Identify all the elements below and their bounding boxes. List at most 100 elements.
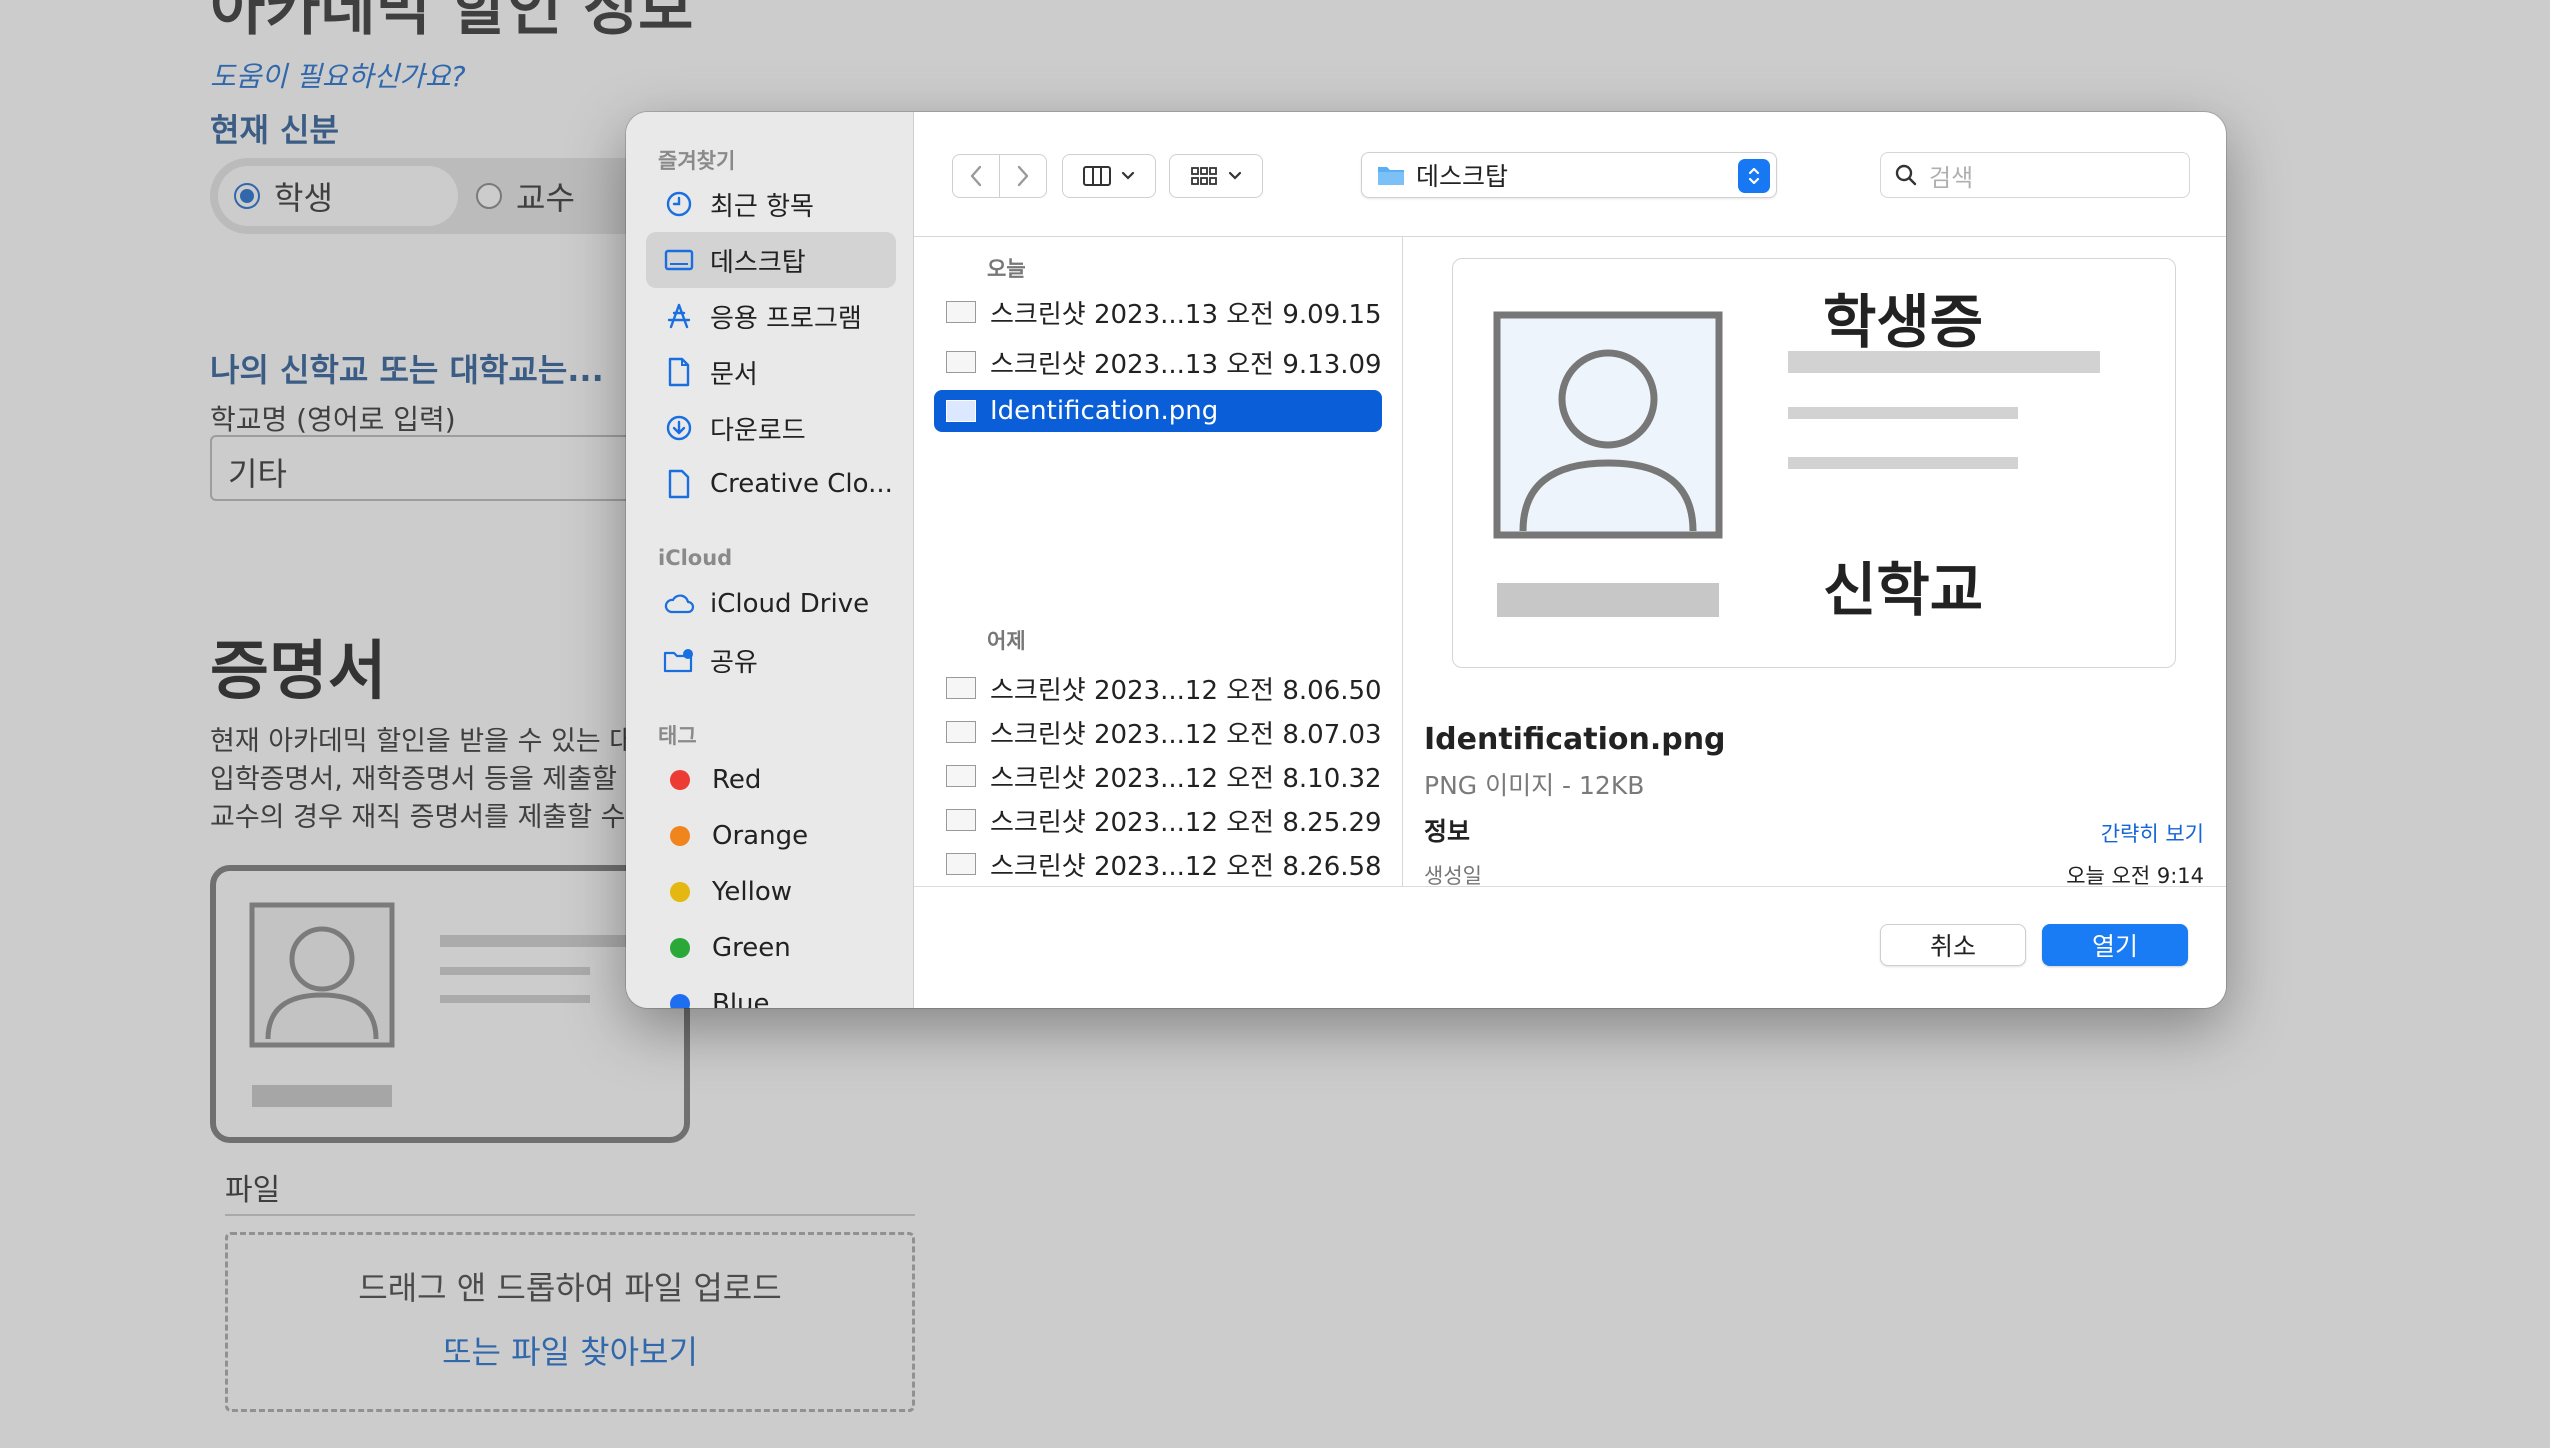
dialog-footer bbox=[914, 886, 2226, 1008]
sidebar-item-label: Red bbox=[712, 765, 762, 795]
grid-icon bbox=[1191, 167, 1217, 185]
applications-icon bbox=[662, 299, 696, 333]
up-down-chevron-icon bbox=[1738, 159, 1770, 193]
group-by-button[interactable] bbox=[1169, 154, 1263, 198]
file-row[interactable]: 스크린샷 2023...13 오전 9.13.09 bbox=[934, 341, 1382, 383]
sidebar-item-desktop[interactable]: 데스크탑 bbox=[646, 232, 896, 288]
file-name: 스크린샷 2023...13 오전 9.13.09 bbox=[990, 349, 1382, 380]
file-name: 스크린샷 2023...12 오전 8.26.58 bbox=[990, 851, 1382, 882]
file-open-dialog: 즐겨찾기 최근 항목 데스크탑 응용 프로그램 문서 다운로드 Creative… bbox=[626, 112, 2226, 1008]
sidebar-item-label: Creative Clo... bbox=[710, 469, 893, 499]
screenshot-thumbnail-icon bbox=[946, 853, 976, 875]
location-label: 데스크탑 bbox=[1416, 162, 1509, 191]
dialog-sidebar: 즐겨찾기 최근 항목 데스크탑 응용 프로그램 문서 다운로드 Creative… bbox=[626, 112, 914, 1008]
file-name: 스크린샷 2023...12 오전 8.25.29 bbox=[990, 807, 1382, 838]
search-icon bbox=[1895, 164, 1917, 186]
shared-folder-icon bbox=[662, 643, 696, 677]
sidebar-item-label: 다운로드 bbox=[710, 415, 806, 446]
tag-color-dot bbox=[670, 826, 690, 846]
sidebar-item-creative-cloud[interactable]: Creative Clo... bbox=[646, 456, 896, 512]
file-name: 스크린샷 2023...12 오전 8.06.50 bbox=[990, 675, 1382, 706]
open-button[interactable]: 열기 bbox=[2042, 924, 2188, 966]
sidebar-item-label: 공유 bbox=[710, 647, 758, 678]
file-name: 스크린샷 2023...12 오전 8.07.03 bbox=[990, 719, 1382, 750]
group-label-today: 오늘 bbox=[987, 257, 1026, 281]
chevron-right-icon bbox=[1017, 165, 1029, 187]
folder-icon bbox=[1378, 167, 1404, 185]
desktop-icon bbox=[662, 243, 696, 277]
sidebar-tag-green[interactable]: Green bbox=[646, 920, 896, 976]
file-list: 오늘 스크린샷 2023...13 오전 9.09.15 스크린샷 2023..… bbox=[914, 237, 1404, 887]
icloud-section-label: iCloud bbox=[658, 546, 733, 570]
sidebar-item-recents[interactable]: 최근 항목 bbox=[646, 176, 896, 232]
sidebar-item-label: 최근 항목 bbox=[710, 191, 814, 222]
chevron-down-icon bbox=[1121, 171, 1135, 180]
tag-color-dot bbox=[670, 994, 690, 1008]
sidebar-item-label: Orange bbox=[712, 821, 809, 851]
view-mode-button[interactable] bbox=[1062, 154, 1156, 198]
screenshot-thumbnail-icon bbox=[946, 721, 976, 743]
sidebar-tag-orange[interactable]: Orange bbox=[646, 808, 896, 864]
sidebar-item-label: Yellow bbox=[712, 877, 793, 907]
sidebar-tag-blue[interactable]: Blue bbox=[646, 976, 896, 1008]
sidebar-item-icloud-drive[interactable]: iCloud Drive bbox=[646, 576, 896, 632]
file-row[interactable]: 스크린샷 2023...12 오전 8.06.50 bbox=[934, 667, 1382, 709]
file-row[interactable]: 스크린샷 2023...12 오전 8.25.29 bbox=[934, 799, 1382, 841]
sidebar-item-label: 응용 프로그램 bbox=[710, 303, 862, 334]
sidebar-tag-red[interactable]: Red bbox=[646, 752, 896, 808]
sidebar-item-applications[interactable]: 응용 프로그램 bbox=[646, 288, 896, 344]
favorites-section-label: 즐겨찾기 bbox=[658, 149, 736, 173]
sidebar-item-label: iCloud Drive bbox=[710, 589, 870, 619]
file-row[interactable]: 스크린샷 2023...13 오전 9.09.15 bbox=[934, 291, 1382, 333]
preview-file-kind: PNG 이미지 - 12KB bbox=[1424, 771, 1645, 800]
chevron-down-icon bbox=[1228, 171, 1242, 180]
clock-icon bbox=[662, 187, 696, 221]
chevron-left-icon bbox=[970, 165, 982, 187]
tag-color-dot bbox=[670, 882, 690, 902]
document-icon bbox=[662, 355, 696, 389]
cloud-icon bbox=[662, 587, 696, 621]
sidebar-item-downloads[interactable]: 다운로드 bbox=[646, 400, 896, 456]
tag-color-dot bbox=[670, 938, 690, 958]
preview-card-title: 학생증 bbox=[1823, 288, 1984, 356]
screenshot-thumbnail-icon bbox=[946, 301, 976, 323]
preview-card-school: 신학교 bbox=[1823, 556, 1984, 624]
file-row-selected[interactable]: Identification.png bbox=[934, 390, 1382, 432]
location-popup[interactable]: 데스크탑 bbox=[1361, 152, 1777, 198]
columns-view-icon bbox=[1083, 166, 1111, 186]
image-thumbnail-icon bbox=[946, 400, 976, 422]
file-name: Identification.png bbox=[990, 396, 1219, 426]
sidebar-item-documents[interactable]: 문서 bbox=[646, 344, 896, 400]
tag-color-dot bbox=[670, 770, 690, 790]
sidebar-item-label: 데스크탑 bbox=[710, 247, 806, 278]
info-heading: 정보 bbox=[1424, 817, 1471, 846]
file-row[interactable]: 스크린샷 2023...12 오전 8.10.32 bbox=[934, 755, 1382, 797]
screenshot-thumbnail-icon bbox=[946, 351, 976, 373]
file-row[interactable]: 스크린샷 2023...12 오전 8.07.03 bbox=[934, 711, 1382, 753]
screenshot-thumbnail-icon bbox=[946, 809, 976, 831]
file-row[interactable]: 스크린샷 2023...12 오전 8.26.58 bbox=[934, 843, 1382, 885]
show-less-link[interactable]: 간략히 보기 bbox=[2101, 818, 2204, 848]
back-button[interactable] bbox=[952, 154, 1000, 198]
cancel-button[interactable]: 취소 bbox=[1880, 924, 2026, 966]
id-card-preview-icon bbox=[1493, 311, 2100, 617]
file-preview: 학생증 신학교 bbox=[1452, 258, 2176, 668]
file-icon bbox=[662, 467, 696, 501]
tags-section-label: 태그 bbox=[658, 724, 697, 748]
forward-button[interactable] bbox=[999, 154, 1047, 198]
search-placeholder: 검색 bbox=[1929, 163, 1974, 192]
group-label-yesterday: 어제 bbox=[987, 629, 1026, 653]
sidebar-item-shared[interactable]: 공유 bbox=[646, 632, 896, 688]
file-name: 스크린샷 2023...13 오전 9.09.15 bbox=[990, 299, 1382, 330]
screenshot-thumbnail-icon bbox=[946, 765, 976, 787]
file-name: 스크린샷 2023...12 오전 8.10.32 bbox=[990, 763, 1382, 794]
download-icon bbox=[662, 411, 696, 445]
screenshot-thumbnail-icon bbox=[946, 677, 976, 699]
preview-file-name: Identification.png bbox=[1424, 722, 1726, 757]
divider bbox=[1402, 237, 1403, 887]
sidebar-item-label: Green bbox=[712, 933, 791, 963]
sidebar-tag-yellow[interactable]: Yellow bbox=[646, 864, 896, 920]
search-field[interactable]: 검색 bbox=[1880, 152, 2190, 198]
sidebar-item-label: 문서 bbox=[710, 359, 758, 390]
sidebar-item-label: Blue bbox=[712, 989, 770, 1008]
